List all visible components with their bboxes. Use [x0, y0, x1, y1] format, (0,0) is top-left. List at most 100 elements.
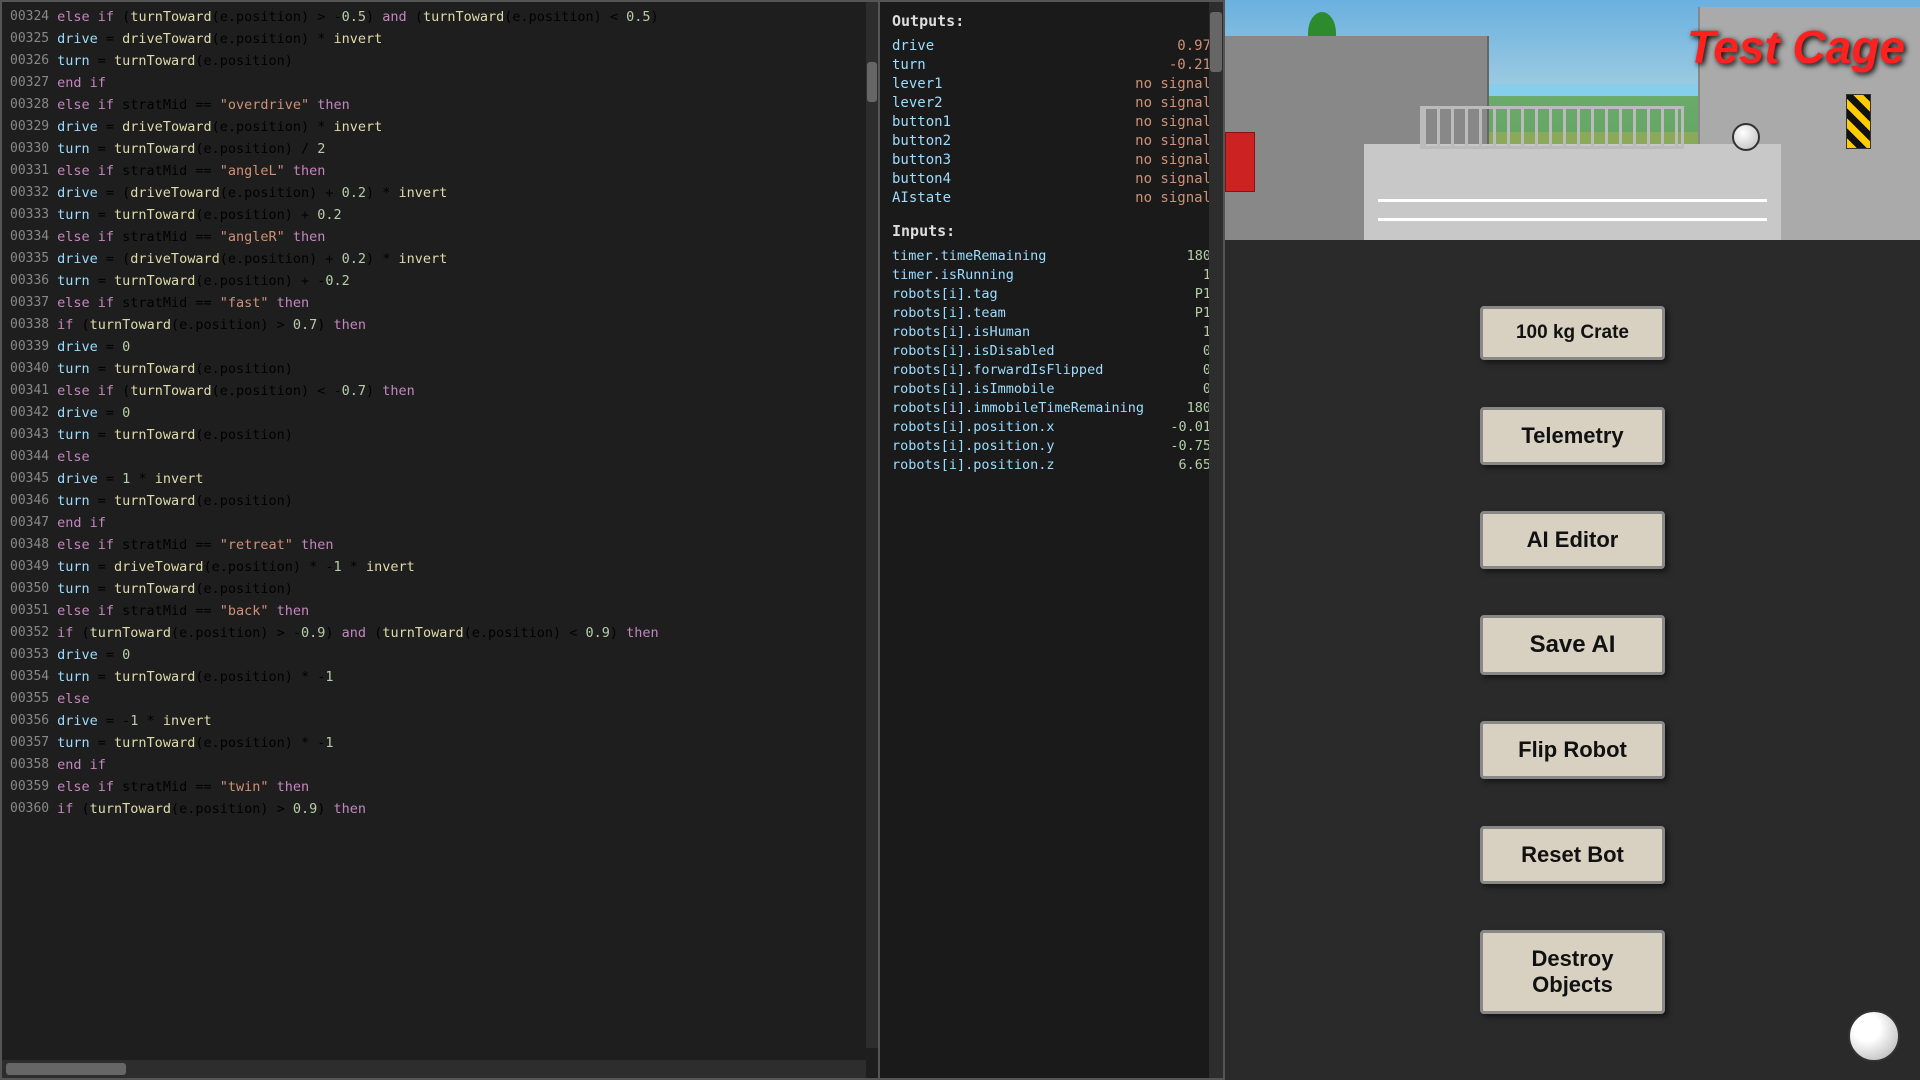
line-number: 00334 [2, 226, 57, 248]
line-content: drive = 0 [57, 644, 130, 666]
output-row: lever1no signal [892, 76, 1211, 92]
code-vertical-scrollbar[interactable] [866, 2, 878, 1048]
output-value: no signal [1135, 171, 1211, 187]
input-value: -0.75 [1170, 438, 1211, 454]
code-line: 00346 turn = turnToward(e.position) [2, 490, 878, 512]
code-line: 00344 else [2, 446, 878, 468]
line-content: turn = turnToward(e.position) [57, 490, 293, 512]
input-label: robots[i].immobileTimeRemaining [892, 400, 1144, 416]
line-number: 00346 [2, 490, 57, 512]
line-number: 00327 [2, 72, 57, 94]
code-line: 00360 if (turnToward(e.position) > 0.9) … [2, 798, 878, 820]
code-scrollbar-thumb[interactable] [867, 62, 877, 102]
output-row: turn-0.21 [892, 57, 1211, 73]
line-number: 00333 [2, 204, 57, 226]
code-line: 00339 drive = 0 [2, 336, 878, 358]
code-line: 00325 drive = driveToward(e.position) * … [2, 28, 878, 50]
fence [1420, 106, 1684, 149]
line-number: 00328 [2, 94, 57, 116]
line-content: else if stratMid == "twin" then [57, 776, 309, 798]
line-content: turn = driveToward(e.position) * -1 * in… [57, 556, 415, 578]
code-line: 00335 drive = (driveToward(e.position) +… [2, 248, 878, 270]
input-value: 6.65 [1178, 457, 1211, 473]
input-row: timer.isRunning1 [892, 267, 1211, 283]
line-content: turn = turnToward(e.position) [57, 358, 293, 380]
code-line: 00349 turn = driveToward(e.position) * -… [2, 556, 878, 578]
input-row: robots[i].position.y-0.75 [892, 438, 1211, 454]
input-label: robots[i].position.x [892, 419, 1055, 435]
road-line-2 [1378, 199, 1767, 202]
inputs-rows: timer.timeRemaining180timer.isRunning1ro… [892, 248, 1211, 473]
telemetry-button[interactable]: Telemetry [1480, 407, 1665, 465]
flip-robot-button[interactable]: Flip Robot [1480, 721, 1665, 779]
line-number: 00360 [2, 798, 57, 820]
output-row: button4 no signal [892, 171, 1211, 187]
line-content: turn = turnToward(e.position) + 0.2 [57, 204, 342, 226]
line-number: 00347 [2, 512, 57, 534]
input-row: robots[i].immobileTimeRemaining 180 [892, 400, 1211, 416]
line-number: 00330 [2, 138, 57, 160]
line-number: 00344 [2, 446, 57, 468]
crate-button[interactable]: 100 kg Crate [1480, 306, 1665, 360]
code-horizontal-scrollbar[interactable] [2, 1060, 866, 1078]
output-label: AIstate [892, 190, 972, 206]
line-content: turn = turnToward(e.position) * -1 [57, 732, 333, 754]
input-label: robots[i].isDisabled [892, 343, 1055, 359]
destroy-objects-button[interactable]: Destroy Objects [1480, 930, 1665, 1014]
line-number: 00358 [2, 754, 57, 776]
line-number: 00326 [2, 50, 57, 72]
output-row: button1no signal [892, 114, 1211, 130]
game-title: Test Cage [1687, 20, 1905, 74]
line-number: 00345 [2, 468, 57, 490]
output-label: button2 [892, 133, 972, 149]
line-content: turn = turnToward(e.position) [57, 424, 293, 446]
line-number: 00325 [2, 28, 57, 50]
code-line: 00327 end if [2, 72, 878, 94]
line-content: drive = 0 [57, 336, 130, 358]
line-number: 00342 [2, 402, 57, 424]
line-content: if (turnToward(e.position) > -0.9) and (… [57, 622, 659, 644]
save-ai-button[interactable]: Save AI [1480, 615, 1665, 675]
line-number: 00356 [2, 710, 57, 732]
code-line: 00342 drive = 0 [2, 402, 878, 424]
input-row: robots[i].teamP1 [892, 305, 1211, 321]
code-line: 00357 turn = turnToward(e.position) * -1 [2, 732, 878, 754]
code-hscrollbar-thumb[interactable] [6, 1063, 126, 1075]
input-value: -0.01 [1170, 419, 1211, 435]
ai-editor-button[interactable]: AI Editor [1480, 511, 1665, 569]
output-row: button2no signal [892, 133, 1211, 149]
red-car [1225, 132, 1255, 192]
code-line: 00350 turn = turnToward(e.position) [2, 578, 878, 600]
line-content: else if stratMid == "angleL" then [57, 160, 325, 182]
line-number: 00350 [2, 578, 57, 600]
code-line: 00345 drive = 1 * invert [2, 468, 878, 490]
output-value: no signal [1135, 95, 1211, 111]
reset-bot-button[interactable]: Reset Bot [1480, 826, 1665, 884]
outputs-scrollbar[interactable] [1209, 2, 1223, 1078]
input-label: robots[i].forwardIsFlipped [892, 362, 1103, 378]
code-line: 00347 end if [2, 512, 878, 534]
line-number: 00337 [2, 292, 57, 314]
output-label: lever2 [892, 95, 972, 111]
output-label: button4 [892, 171, 972, 187]
output-row: lever2 no signal [892, 95, 1211, 111]
code-line: 00353 drive = 0 [2, 644, 878, 666]
code-line: 00348 else if stratMid == "retreat" then [2, 534, 878, 556]
line-content: else if stratMid == "overdrive" then [57, 94, 350, 116]
outputs-title: Outputs: [892, 12, 1211, 30]
line-number: 00335 [2, 248, 57, 270]
outputs-scrollbar-thumb[interactable] [1210, 12, 1222, 72]
input-value: 180 [1187, 400, 1211, 416]
line-content: turn = turnToward(e.position) + -0.2 [57, 270, 350, 292]
output-value: 0.97 [1177, 38, 1211, 54]
inputs-title: Inputs: [892, 222, 1211, 240]
line-number: 00339 [2, 336, 57, 358]
line-content: else if (turnToward(e.position) > -0.5) … [57, 6, 659, 28]
input-row: robots[i].isDisabled0 [892, 343, 1211, 359]
line-content: end if [57, 754, 106, 776]
outputs-rows: drive0.97turn-0.21lever1no signallever2n… [892, 38, 1211, 206]
line-number: 00341 [2, 380, 57, 402]
line-number: 00336 [2, 270, 57, 292]
line-content: else if stratMid == "angleR" then [57, 226, 325, 248]
line-number: 00324 [2, 6, 57, 28]
